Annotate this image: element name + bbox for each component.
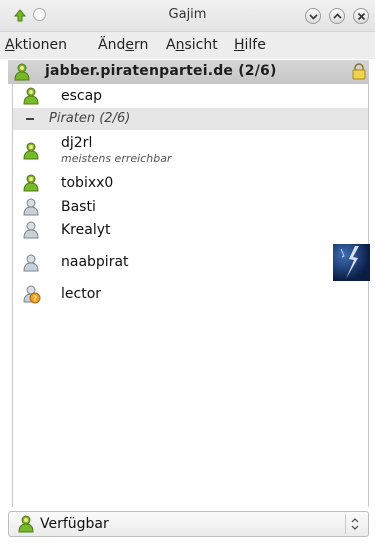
- status-value: Verfügbar: [40, 516, 109, 532]
- online-status-icon: [21, 86, 41, 110]
- account-row[interactable]: jabber.piratenpartei.de (2/6): [8, 60, 369, 84]
- roster-list: escap Piraten (2/6) dj2rl meistens errei…: [12, 84, 370, 507]
- online-status-icon: [21, 173, 41, 197]
- contact-naabpirat[interactable]: naabpirat: [13, 244, 370, 282]
- svg-text:?: ?: [33, 295, 37, 304]
- group-header-piraten[interactable]: Piraten (2/6): [13, 108, 368, 130]
- bottom-strip: [0, 541, 375, 552]
- menu-bar: Aktionen Ändern Ansicht Hilfe: [0, 32, 375, 59]
- status-selector[interactable]: Verfügbar: [8, 511, 369, 537]
- menu-hilfe[interactable]: Hilfe: [234, 37, 266, 53]
- maximize-button[interactable]: [329, 8, 345, 24]
- contact-krealyt[interactable]: Krealyt: [13, 219, 368, 241]
- contact-name: dj2rl: [61, 135, 93, 151]
- contact-basti[interactable]: Basti: [13, 196, 368, 218]
- online-status-icon: [21, 141, 41, 165]
- menu-aktionen[interactable]: Aktionen: [5, 37, 67, 53]
- offline-status-icon: [21, 197, 41, 221]
- minimize-button[interactable]: [305, 8, 321, 24]
- contact-status-message: meistens erreichbar: [61, 152, 172, 165]
- account-label: jabber.piratenpartei.de (2/6): [45, 63, 277, 79]
- menu-ansicht[interactable]: Ansicht: [166, 37, 218, 53]
- collapse-icon[interactable]: [26, 118, 34, 120]
- title-bar: Gajim: [0, 0, 375, 32]
- lock-icon: [352, 63, 366, 84]
- avatar: [333, 244, 370, 281]
- offline-status-icon: [21, 253, 41, 277]
- close-button[interactable]: [353, 8, 369, 24]
- contact-name: escap: [61, 88, 103, 104]
- group-label: Piraten (2/6): [49, 111, 131, 126]
- contact-name: Basti: [61, 199, 96, 215]
- contact-name: lector: [61, 286, 102, 302]
- contact-name: naabpirat: [61, 254, 129, 270]
- online-status-icon: [16, 514, 36, 538]
- contact-lector[interactable]: ? lector: [13, 283, 368, 305]
- online-status-icon: [12, 62, 32, 86]
- contact-escap[interactable]: escap: [13, 84, 368, 108]
- menu-aendern[interactable]: Ändern: [98, 37, 148, 53]
- offline-status-icon: [21, 220, 41, 244]
- contact-tobixx0[interactable]: tobixx0: [13, 172, 368, 194]
- requested-status-icon: ?: [21, 284, 41, 308]
- contact-name: Krealyt: [61, 222, 111, 238]
- contact-name: tobixx0: [61, 175, 114, 191]
- contact-dj2rl[interactable]: dj2rl meistens erreichbar: [13, 133, 368, 169]
- dropdown-arrows-icon[interactable]: [345, 514, 364, 534]
